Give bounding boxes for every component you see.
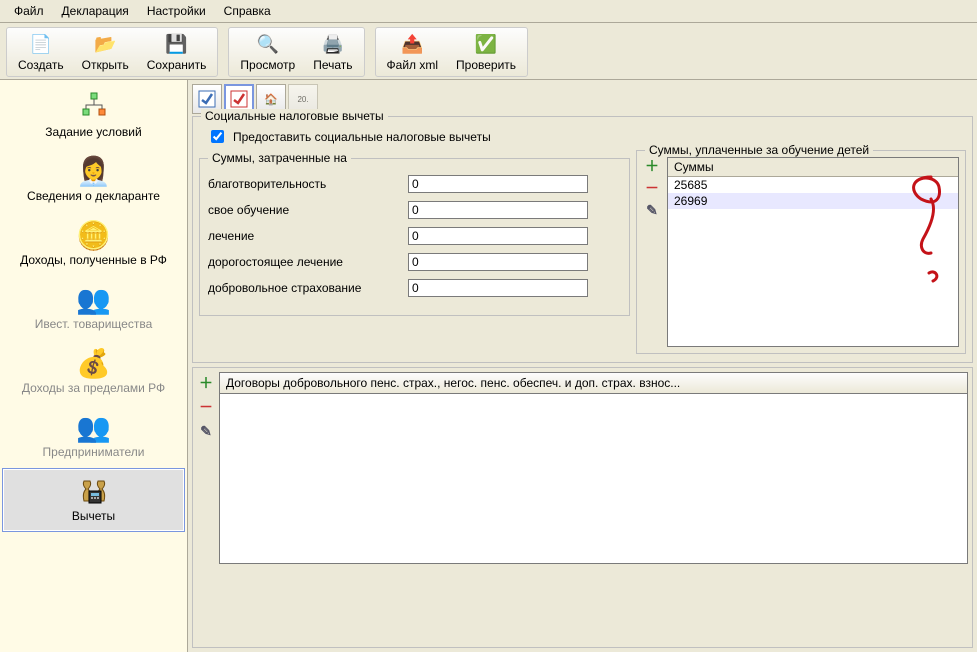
sidebar-item-invest: 👥 Ивест. товарищества — [2, 276, 185, 340]
own-edu-input[interactable] — [408, 201, 588, 219]
sidebar: Задание условий 👩‍💼 Сведения о декларант… — [0, 80, 188, 652]
printer-icon: 🖨️ — [321, 32, 345, 56]
sidebar-item-income-foreign: 💰 Доходы за пределами РФ — [2, 340, 185, 404]
blank-page-icon: 📄 — [29, 32, 53, 56]
remove-row-button[interactable]: － — [643, 179, 661, 197]
toolbar-group-print: 🔍 Просмотр 🖨️ Печать — [228, 27, 364, 77]
floppy-icon: 💾 — [165, 32, 189, 56]
print-button[interactable]: 🖨️ Печать — [304, 29, 361, 75]
add-row-button[interactable]: ＋ — [643, 157, 661, 175]
expensive-label: дорогостоящее лечение — [208, 255, 408, 269]
check-page-icon: ✅ — [474, 32, 498, 56]
home-icon: 🏠 — [264, 93, 278, 106]
sidebar-item-income-rf[interactable]: 🪙 Доходы, полученные в РФ — [2, 212, 185, 276]
sidebar-item-deductions[interactable]: Вычеты — [2, 468, 185, 532]
children-edu-legend: Суммы, уплаченные за обучение детей — [645, 143, 873, 157]
treatment-input[interactable] — [408, 227, 588, 245]
pension-contracts-panel: ＋ － ✎ Договоры добровольного пенс. страх… — [192, 367, 973, 648]
provide-label: Предоставить социальные налоговые вычеты — [233, 130, 491, 144]
coins-icon: 🪙 — [76, 219, 111, 249]
edit-row-button[interactable]: ✎ — [643, 201, 661, 219]
charity-input[interactable] — [408, 175, 588, 193]
list-header-sums: Суммы — [668, 158, 958, 177]
list-row[interactable]: 25685 — [668, 177, 958, 193]
export-xml-icon: 📤 — [400, 32, 424, 56]
contracts-header: Договоры добровольного пенс. страх., нег… — [219, 372, 968, 394]
remove-contract-button[interactable]: － — [197, 398, 215, 416]
calculator-vase-icon — [77, 475, 111, 505]
toolbar: 📄 Создать 📂 Открыть 💾 Сохранить 🔍 Просмо… — [0, 23, 977, 80]
main-area: 🏠 20. Социальные налоговые вычеты Предос… — [188, 80, 977, 652]
insurance-label: добровольное страхование — [208, 281, 408, 295]
open-button[interactable]: 📂 Открыть — [73, 29, 138, 75]
children-sums-list[interactable]: Суммы 25685 26969 — [667, 157, 959, 347]
sidebar-item-declarant[interactable]: 👩‍💼 Сведения о декларанте — [2, 148, 185, 212]
toolbar-group-file: 📄 Создать 📂 Открыть 💾 Сохранить — [6, 27, 218, 77]
menu-bar: Файл Декларация Настройки Справка — [0, 0, 977, 23]
create-button[interactable]: 📄 Создать — [9, 29, 73, 75]
charity-label: благотворительность — [208, 177, 408, 191]
sums-spent-fieldset: Суммы, затраченные на благотворительност… — [199, 158, 630, 316]
magnifier-page-icon: 🔍 — [256, 32, 280, 56]
people-gray-icon: 👥 — [76, 411, 111, 441]
person-icon: 👩‍💼 — [76, 155, 111, 185]
treatment-label: лечение — [208, 229, 408, 243]
insurance-input[interactable] — [408, 279, 588, 297]
folder-open-icon: 📂 — [93, 32, 117, 56]
add-contract-button[interactable]: ＋ — [197, 374, 215, 392]
own-edu-label: свое обучение — [208, 203, 408, 217]
contracts-list[interactable] — [219, 394, 968, 564]
hierarchy-icon — [79, 91, 109, 121]
menu-file[interactable]: Файл — [6, 2, 52, 20]
panel-title: Социальные налоговые вычеты — [201, 109, 388, 123]
children-education-fieldset: Суммы, уплаченные за обучение детей ＋ － … — [636, 150, 966, 354]
toolbar-group-xml: 📤 Файл xml ✅ Проверить — [375, 27, 529, 77]
expensive-input[interactable] — [408, 253, 588, 271]
provide-checkbox[interactable] — [211, 130, 224, 143]
preview-button[interactable]: 🔍 Просмотр — [231, 29, 304, 75]
edit-contract-button[interactable]: ✎ — [197, 422, 215, 440]
filexml-button[interactable]: 📤 Файл xml — [378, 29, 448, 75]
save-button[interactable]: 💾 Сохранить — [138, 29, 216, 75]
menu-help[interactable]: Справка — [216, 2, 279, 20]
menu-settings[interactable]: Настройки — [139, 2, 214, 20]
sidebar-item-conditions[interactable]: Задание условий — [2, 84, 185, 148]
sidebar-item-entrepreneurs: 👥 Предприниматели — [2, 404, 185, 468]
people-gray-icon: 👥 — [76, 283, 111, 313]
list-row[interactable]: 26969 — [668, 193, 958, 209]
check-button[interactable]: ✅ Проверить — [447, 29, 525, 75]
moneybag-gray-icon: 💰 — [76, 347, 111, 377]
doc-small-icon: 20. — [297, 95, 308, 104]
menu-declaration[interactable]: Декларация — [54, 2, 137, 20]
sums-spent-legend: Суммы, затраченные на — [208, 151, 351, 165]
social-deductions-panel: Социальные налоговые вычеты Предоставить… — [192, 116, 973, 363]
